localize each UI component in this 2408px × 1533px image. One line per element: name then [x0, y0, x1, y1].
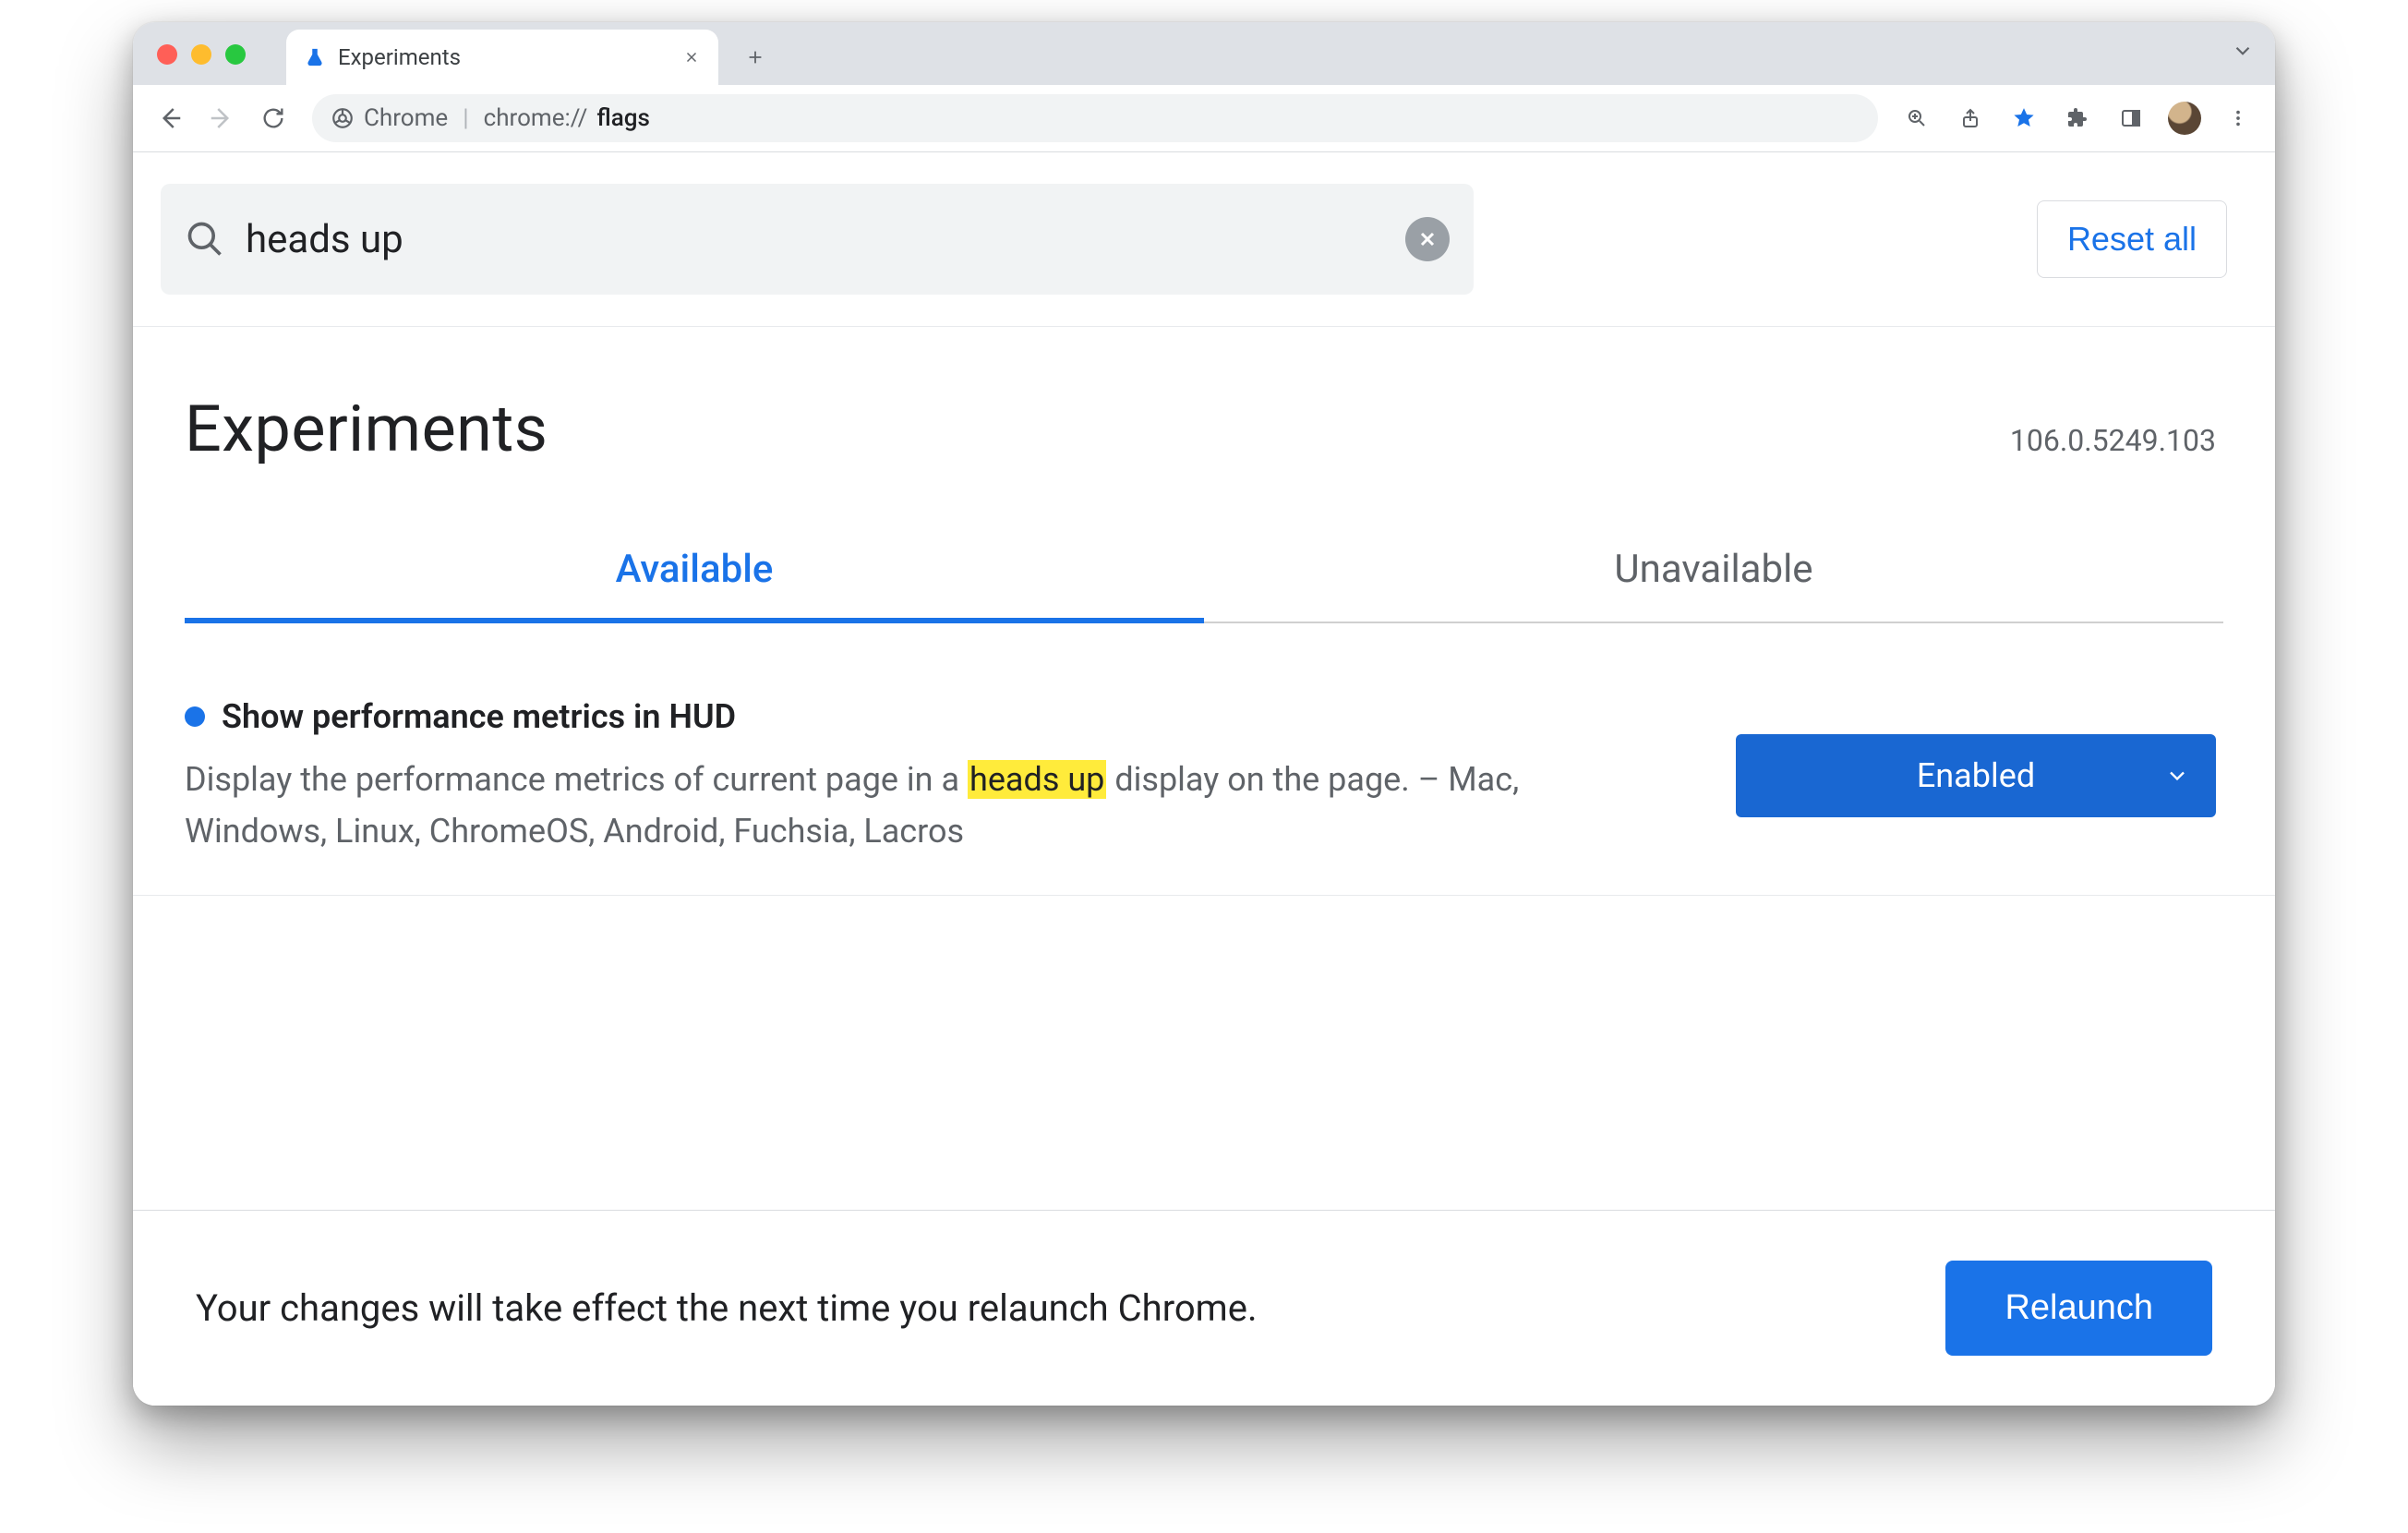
relaunch-bar: Your changes will take effect the next t…	[133, 1210, 2275, 1406]
clear-search-icon[interactable]	[1405, 217, 1450, 261]
search-row: Reset all	[133, 152, 2275, 327]
flag-row: Show performance metrics in HUD Display …	[133, 623, 2275, 896]
search-icon	[185, 219, 225, 260]
flag-title: Show performance metrics in HUD	[222, 697, 736, 736]
relaunch-message: Your changes will take effect the next t…	[196, 1286, 1258, 1330]
url-label-prefix: Chrome	[364, 104, 448, 132]
url-scheme: chrome://	[484, 104, 588, 132]
url-separator: |	[463, 104, 468, 132]
profile-avatar[interactable]	[2161, 94, 2209, 142]
close-window-button[interactable]	[157, 44, 177, 65]
tab-available[interactable]: Available	[185, 547, 1204, 623]
flag-state-select[interactable]: Enabled	[1736, 734, 2216, 817]
minimize-window-button[interactable]	[191, 44, 211, 65]
page-content: Reset all Experiments 106.0.5249.103 Ava…	[133, 152, 2275, 1406]
reload-button[interactable]	[249, 94, 297, 142]
version-label: 106.0.5249.103	[2010, 423, 2216, 458]
flag-state-value: Enabled	[1917, 756, 2035, 795]
zoom-icon[interactable]	[1893, 94, 1941, 142]
flask-icon	[305, 47, 325, 67]
bookmark-star-icon[interactable]	[2000, 94, 2048, 142]
chrome-icon	[331, 106, 355, 130]
tab-strip: Experiments	[133, 22, 2275, 85]
close-tab-icon[interactable]	[683, 49, 700, 66]
browser-tab[interactable]: Experiments	[286, 30, 718, 85]
reset-all-button[interactable]: Reset all	[2037, 200, 2227, 278]
modified-indicator-icon	[185, 706, 205, 727]
toolbar: Chrome | chrome:// flags	[133, 85, 2275, 152]
address-bar[interactable]: Chrome | chrome:// flags	[312, 94, 1878, 142]
back-button[interactable]	[146, 94, 194, 142]
extensions-icon[interactable]	[2053, 94, 2101, 142]
flag-desc-before: Display the performance metrics of curre…	[185, 760, 968, 799]
url-path: flags	[596, 104, 650, 132]
share-icon[interactable]	[1946, 94, 1994, 142]
chevron-down-icon	[2164, 763, 2190, 789]
tab-title: Experiments	[338, 44, 461, 70]
flag-title-row: Show performance metrics in HUD	[185, 697, 1699, 736]
tab-overflow-button[interactable]	[2231, 39, 2255, 63]
maximize-window-button[interactable]	[225, 44, 246, 65]
forward-button[interactable]	[198, 94, 246, 142]
page-title: Experiments	[185, 392, 548, 467]
flag-tabs: Available Unavailable	[185, 547, 2223, 623]
flag-description: Display the performance metrics of curre…	[185, 754, 1625, 858]
search-flags-box[interactable]	[161, 184, 1474, 295]
new-tab-button[interactable]	[728, 30, 783, 85]
window-controls	[133, 44, 246, 85]
search-input[interactable]	[244, 216, 1387, 263]
side-panel-icon[interactable]	[2107, 94, 2155, 142]
flag-desc-highlight: heads up	[968, 760, 1106, 799]
browser-window: Experiments	[133, 22, 2275, 1406]
relaunch-button[interactable]: Relaunch	[1945, 1261, 2212, 1356]
tab-unavailable[interactable]: Unavailable	[1204, 547, 2223, 622]
title-bar: Experiments 106.0.5249.103	[133, 327, 2275, 467]
kebab-menu-icon[interactable]	[2214, 94, 2262, 142]
